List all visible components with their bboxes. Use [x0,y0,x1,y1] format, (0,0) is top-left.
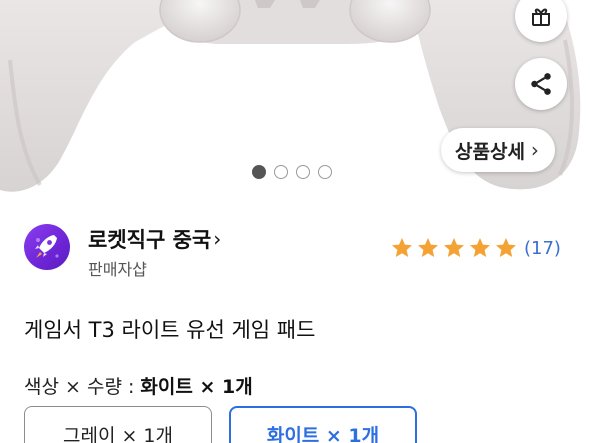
option-gray-label: 그레이 × 1개 [62,424,173,443]
seller-logo[interactable] [24,224,70,270]
product-detail-label: 상품상세 [455,140,525,163]
gallery-pagination [252,165,332,179]
selected-option-value: 화이트 × 1개 [140,376,253,398]
share-button[interactable] [515,58,567,110]
page-dot[interactable] [274,165,288,179]
star-icon [470,238,490,257]
review-count[interactable]: (17) [524,238,561,259]
seller-name-link[interactable]: 로켓직구 중국 › [88,224,221,254]
page-dot[interactable] [252,165,266,179]
rocket-icon [35,235,59,258]
selected-option-summary: 색상 × 수량 : 화이트 × 1개 [24,372,253,399]
star-icon [392,238,412,257]
option-white-label: 화이트 × 1개 [266,424,380,443]
star-rating [390,236,518,260]
product-image-gallery[interactable]: 상품상세 › [0,0,590,198]
option-gray-button[interactable]: 그레이 × 1개 [24,406,212,443]
page-dot[interactable] [296,165,310,179]
page-dot[interactable] [318,165,332,179]
option-white-button[interactable]: 화이트 × 1개 [229,406,417,443]
star-icon [496,238,516,257]
seller-name: 로켓직구 중국 [88,228,212,252]
option-label: 색상 × 수량 : [24,376,135,398]
product-detail-button[interactable]: 상품상세 › [441,128,555,172]
share-icon [531,73,551,95]
rating[interactable]: (17) [390,236,561,260]
product-title: 게임서 T3 라이트 유선 게임 패드 [24,318,316,342]
seller-shop-label: 판매자샵 [88,260,147,279]
star-icon [418,238,438,257]
star-icon [444,238,464,257]
gift-icon [532,8,550,26]
chevron-right-icon: › [213,227,222,251]
chevron-right-icon: › [530,138,539,162]
